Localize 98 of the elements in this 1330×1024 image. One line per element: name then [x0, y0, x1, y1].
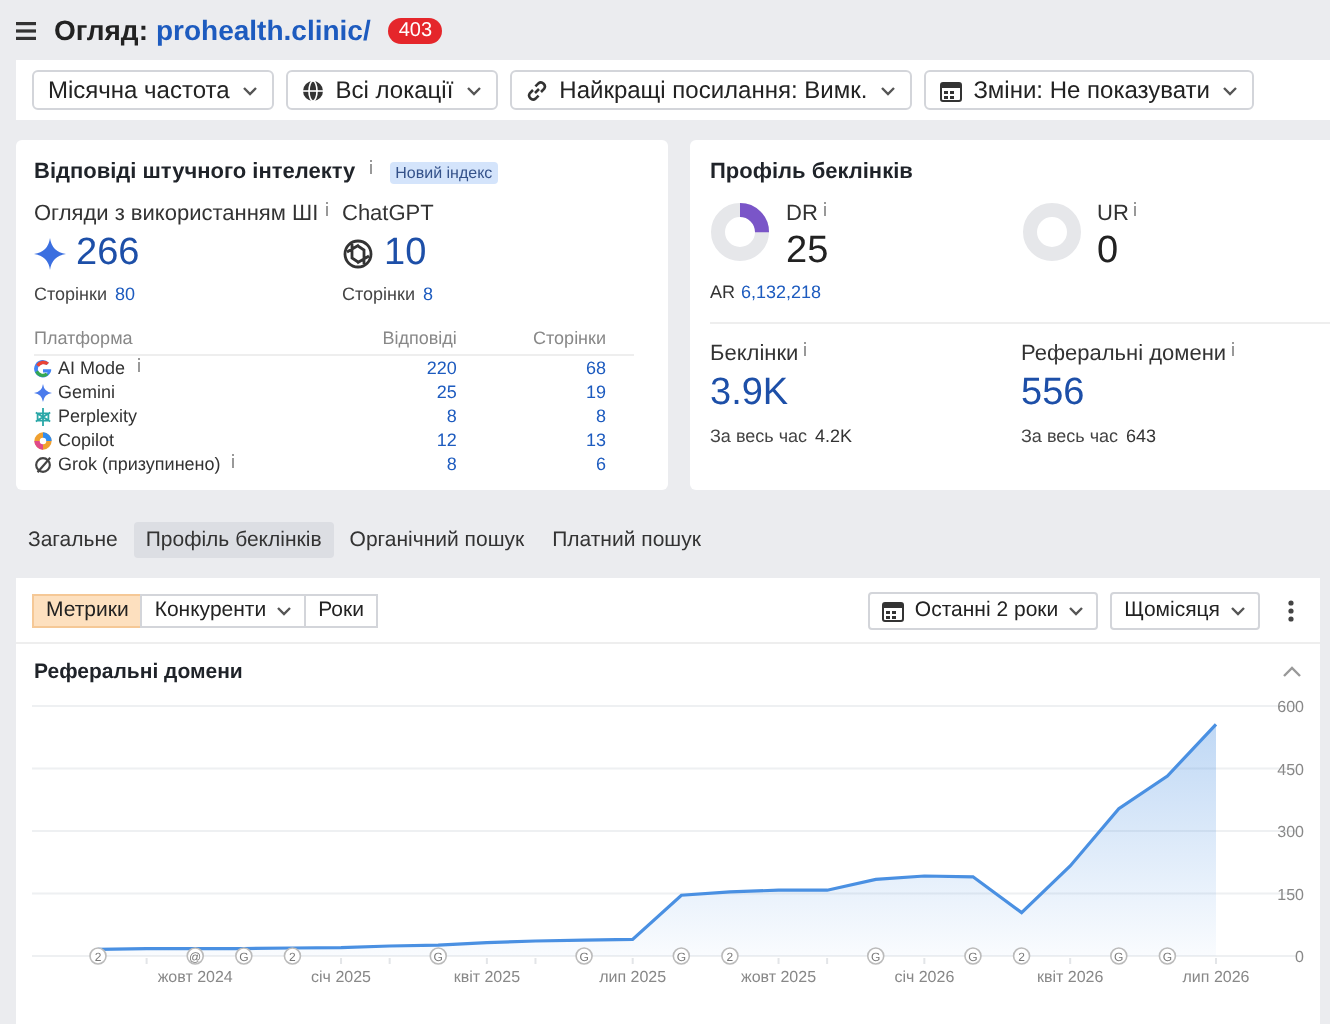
caret-icon — [241, 85, 258, 95]
chart-title: Реферальні домени — [34, 660, 243, 684]
stat-subtext: За весь час — [710, 426, 808, 446]
column-header: Відповіді — [333, 328, 485, 355]
metric-value[interactable]: 10 — [384, 232, 427, 276]
platform-name: AI Mode — [58, 358, 126, 378]
table-cell[interactable]: 12 — [333, 428, 485, 452]
segment-button[interactable]: Конкуренти — [140, 593, 307, 627]
stat-subvalue: 4.2K — [815, 426, 853, 446]
knot-icon — [342, 238, 374, 270]
link-icon — [525, 79, 548, 101]
table-cell[interactable]: 8 — [484, 404, 634, 428]
y-axis-label: 450 — [1277, 760, 1304, 779]
info-icon — [802, 342, 809, 356]
platform-name: Perplexity — [58, 406, 138, 426]
tab[interactable]: Платний пошук — [540, 522, 713, 558]
x-axis-label: лип 2026 — [1182, 968, 1250, 986]
caret-icon — [879, 85, 896, 95]
globe-icon — [301, 79, 324, 101]
table-cell[interactable]: 68 — [484, 355, 634, 380]
card-title: Профіль беклінків — [710, 160, 913, 184]
stat-label: Беклінки — [710, 342, 799, 366]
domain-link[interactable]: prohealth.clinic/ — [155, 14, 371, 46]
new-index-badge: Новий індекс — [389, 161, 499, 183]
platform-name: Copilot — [58, 430, 115, 450]
table-cell[interactable]: 8 — [333, 452, 485, 476]
metric-subtext: Сторінки — [342, 284, 415, 304]
x-axis-label: квіт 2025 — [453, 968, 521, 986]
ar-value[interactable]: 6,132,218 — [741, 282, 822, 302]
rating-donut — [710, 202, 770, 262]
filter-dropdown[interactable]: Місячна частота — [32, 70, 274, 110]
x-axis-label: жовт 2025 — [740, 968, 817, 986]
table-cell[interactable]: 8 — [333, 404, 485, 428]
collapse-icon[interactable] — [1282, 666, 1302, 678]
rating-value: 25 — [786, 230, 829, 274]
rating-donut — [1021, 202, 1081, 262]
slash-circle-icon — [34, 455, 52, 473]
metric-label: ChatGPT — [342, 202, 434, 226]
x-axis-label: лип 2025 — [599, 968, 667, 986]
status-badge: 403 — [388, 17, 443, 43]
x-axis-label: жовт 2024 — [157, 968, 233, 986]
date-range-dropdown[interactable]: Останні 2 роки — [868, 591, 1099, 629]
metric-subtext: Сторінки — [34, 284, 107, 304]
segment-button[interactable]: Роки — [304, 593, 378, 627]
table-cell[interactable]: 19 — [484, 380, 634, 404]
y-axis-label: 300 — [1277, 823, 1304, 841]
google-icon — [34, 359, 52, 377]
filter-dropdown[interactable]: Всі локації — [285, 70, 498, 110]
interval-dropdown[interactable]: Щомісяця — [1110, 591, 1260, 629]
column-header: Платформа — [34, 328, 334, 355]
filter-dropdown[interactable]: Зміни: Не показувати — [923, 70, 1254, 110]
menu-icon[interactable] — [16, 21, 36, 39]
snowflake-icon — [34, 407, 52, 425]
x-axis-label: січ 2026 — [894, 968, 955, 986]
page-title: Огляд: — [54, 14, 148, 46]
info-icon — [1230, 342, 1237, 356]
tab[interactable]: Загальне — [16, 522, 130, 558]
calendar-icon — [939, 79, 962, 101]
metric-value[interactable]: 266 — [76, 232, 140, 276]
caret-icon — [1230, 605, 1246, 615]
column-header: Сторінки — [484, 328, 634, 355]
x-axis-label: квіт 2026 — [1036, 968, 1104, 986]
stat-subtext: За весь час — [1021, 426, 1119, 446]
y-axis-label: 600 — [1277, 698, 1304, 716]
swirl-icon — [34, 431, 52, 449]
metric-subvalue[interactable]: 8 — [422, 284, 433, 304]
table-cell[interactable]: 6 — [484, 452, 634, 476]
tab[interactable]: Органічний пошук — [337, 522, 537, 558]
filter-dropdown[interactable]: Найкращі посилання: Вимк. — [509, 70, 912, 110]
stat-subvalue: 643 — [1126, 426, 1157, 446]
segment-button[interactable]: Метрики — [32, 593, 143, 627]
calendar-icon — [882, 599, 905, 621]
y-axis-label: 0 — [1295, 948, 1304, 966]
sparkle-icon — [34, 383, 52, 401]
table-cell[interactable]: 220 — [333, 355, 485, 380]
rating-label: UR — [1097, 202, 1129, 226]
card-title: Відповіді штучного інтелекту — [34, 160, 356, 184]
y-axis-label: 150 — [1277, 885, 1304, 904]
caret-icon — [465, 85, 482, 95]
ar-label: AR — [710, 282, 736, 302]
metric-label: Огляди з використанням ШІ — [34, 202, 319, 226]
info-icon — [1132, 202, 1139, 216]
caret-icon — [1068, 605, 1085, 615]
info-icon — [821, 202, 828, 216]
sparkle-icon — [34, 238, 66, 270]
rating-value: 0 — [1097, 230, 1121, 274]
platform-name: Gemini — [58, 382, 116, 402]
table-cell[interactable]: 13 — [484, 428, 634, 452]
tab[interactable]: Профіль беклінків — [133, 522, 334, 558]
stat-value[interactable]: 556 — [1021, 372, 1330, 416]
table-cell[interactable]: 25 — [333, 380, 485, 404]
stat-label: Реферальні домени — [1021, 342, 1227, 366]
rating-label: DR — [786, 202, 818, 226]
stat-value[interactable]: 3.9K — [710, 372, 1021, 416]
x-axis-label: січ 2025 — [311, 968, 371, 986]
caret-icon — [1221, 85, 1238, 95]
metric-subvalue[interactable]: 80 — [114, 284, 135, 304]
platform-name: Grok (призупинено) — [58, 454, 221, 474]
